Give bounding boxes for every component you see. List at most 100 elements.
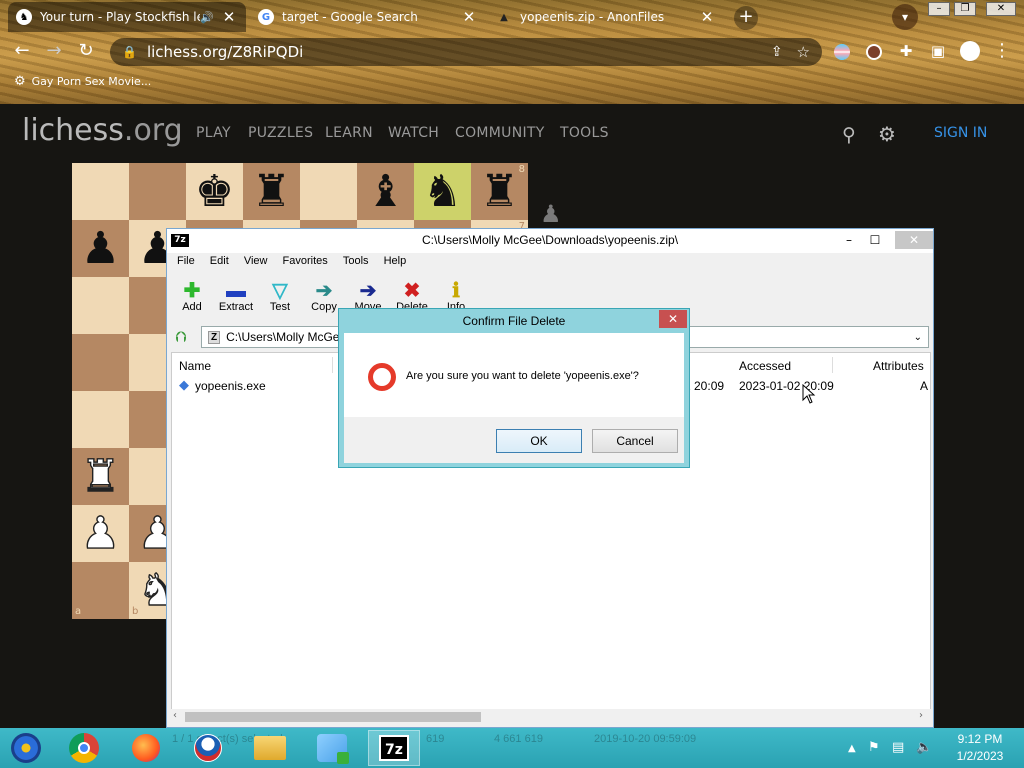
- square[interactable]: a: [72, 562, 129, 619]
- scroll-right-icon[interactable]: ›: [919, 710, 923, 721]
- extract-icon: ▬: [226, 280, 246, 302]
- menu-favorites[interactable]: Favorites: [283, 255, 328, 267]
- sevenzip-maximize-button[interactable]: ☐: [861, 231, 889, 249]
- black-king-piece[interactable]: ♚: [186, 163, 243, 220]
- clock-time: 9:12 PM: [957, 732, 1003, 746]
- taskbar-7zip[interactable]: 7z: [368, 730, 420, 766]
- chrome-center-icon: [78, 742, 90, 754]
- volume-icon[interactable]: 🔈: [916, 740, 932, 755]
- tab-stockfish[interactable]: ♞ Your turn - Play Stockfish lev 🔊 ✕: [8, 2, 246, 32]
- tab-search-button[interactable]: ▾: [892, 4, 918, 30]
- taskbar-firefox[interactable]: [120, 730, 172, 766]
- close-tab-icon[interactable]: ✕: [698, 8, 716, 26]
- sevenzip-titlebar[interactable]: 7z C:\Users\Molly McGee\Downloads\yopeen…: [167, 229, 933, 253]
- nav-puzzles[interactable]: PUZZLES: [248, 125, 313, 141]
- close-tab-icon[interactable]: ✕: [460, 8, 478, 26]
- address-bar[interactable]: 🔒 lichess.org/Z8RiPQDi ⇪ ☆: [110, 38, 822, 66]
- white-rook-piece[interactable]: ♜: [72, 448, 129, 505]
- side-panel-icon[interactable]: ▣: [926, 42, 950, 60]
- square[interactable]: [300, 163, 357, 220]
- square[interactable]: [72, 277, 129, 334]
- menu-file[interactable]: File: [177, 255, 195, 267]
- lichess-logo[interactable]: lichess.org: [22, 113, 183, 148]
- speaker-icon[interactable]: 🔊: [200, 11, 214, 24]
- square[interactable]: [72, 334, 129, 391]
- new-tab-button[interactable]: +: [734, 6, 758, 30]
- menu-edit[interactable]: Edit: [210, 255, 229, 267]
- network-icon[interactable]: ▤: [892, 740, 904, 755]
- test-button[interactable]: ▽ Test: [258, 281, 302, 313]
- menu-tools[interactable]: Tools: [343, 255, 369, 267]
- column-header-name[interactable]: Name: [179, 359, 211, 373]
- taskbar-file-explorer[interactable]: [244, 730, 296, 766]
- sevenzip-close-button[interactable]: ✕: [895, 231, 933, 249]
- black-pawn-piece[interactable]: ♟: [72, 220, 129, 277]
- info-icon: ℹ: [452, 280, 460, 302]
- menu-help[interactable]: Help: [384, 255, 407, 267]
- horizontal-scrollbar[interactable]: ‹ ›: [171, 709, 931, 725]
- trans-flag-extension-icon[interactable]: [834, 44, 850, 60]
- maximize-button[interactable]: ❐: [954, 2, 976, 16]
- nav-community[interactable]: COMMUNITY: [455, 125, 545, 141]
- search-icon[interactable]: ⚲: [842, 124, 856, 146]
- confirm-delete-dialog[interactable]: Confirm File Delete ✕ Are you sure you w…: [338, 308, 690, 468]
- taskbar-chrome[interactable]: [58, 730, 110, 766]
- share-icon[interactable]: ⇪: [771, 44, 783, 60]
- cancel-button[interactable]: Cancel: [592, 429, 678, 453]
- sign-in-link[interactable]: SIGN IN: [934, 125, 987, 141]
- column-header-attributes[interactable]: Attributes: [873, 359, 924, 373]
- black-knight-piece[interactable]: ♞: [414, 163, 471, 220]
- column-divider[interactable]: [832, 357, 833, 373]
- minimize-button[interactable]: –: [928, 2, 950, 16]
- column-header-accessed[interactable]: Accessed: [739, 359, 791, 373]
- extensions-puzzle-icon[interactable]: ✚: [894, 42, 918, 60]
- add-button[interactable]: ✚ Add: [170, 281, 214, 313]
- tab-google-search[interactable]: G target - Google Search ✕: [250, 2, 486, 32]
- reload-icon[interactable]: ↻: [74, 40, 98, 61]
- square[interactable]: [72, 163, 129, 220]
- scrollbar-thumb[interactable]: [185, 712, 481, 722]
- obama-logo-icon: [194, 734, 222, 762]
- profile-extension-icon[interactable]: [866, 44, 882, 60]
- taskbar-obama-app[interactable]: [182, 730, 234, 766]
- nav-tools[interactable]: TOOLS: [560, 125, 609, 141]
- menu-view[interactable]: View: [244, 255, 268, 267]
- taskbar-media-player[interactable]: [0, 730, 52, 766]
- window-close-button[interactable]: ✕: [986, 2, 1016, 16]
- white-pawn-piece[interactable]: ♟: [72, 505, 129, 562]
- nav-watch[interactable]: WATCH: [388, 125, 439, 141]
- black-rook-piece[interactable]: ♜ 8: [471, 163, 528, 220]
- nav-play[interactable]: PLAY: [196, 125, 231, 141]
- tab-anonfiles[interactable]: ▲ yopeenis.zip - AnonFiles ✕: [488, 2, 724, 32]
- square[interactable]: [72, 391, 129, 448]
- folder-up-icon[interactable]: ⮉: [175, 328, 186, 346]
- extract-button[interactable]: ▬ Extract: [214, 281, 258, 313]
- action-center-flag-icon[interactable]: ⚑: [868, 740, 880, 755]
- scroll-left-icon[interactable]: ‹: [173, 710, 177, 721]
- menu-kebab-icon[interactable]: ⋮: [990, 40, 1014, 61]
- tool-label: Test: [269, 301, 291, 313]
- system-clock[interactable]: 9:12 PM 1/2/2023: [940, 731, 1020, 765]
- account-avatar-icon[interactable]: [960, 41, 980, 61]
- ok-button[interactable]: OK: [496, 429, 582, 453]
- media-player-icon: [11, 733, 41, 763]
- chevron-down-icon[interactable]: ⌄: [914, 332, 922, 343]
- bookmark-item[interactable]: ⚙ Gay Porn Sex Movie...: [14, 74, 151, 89]
- sevenzip-window[interactable]: 7z C:\Users\Molly McGee\Downloads\yopeen…: [166, 228, 934, 728]
- back-icon[interactable]: ←: [10, 40, 34, 61]
- bookmark-star-icon[interactable]: ☆: [797, 43, 810, 61]
- black-rook-piece[interactable]: ♜: [243, 163, 300, 220]
- nav-learn[interactable]: LEARN: [325, 125, 373, 141]
- show-hidden-icons-icon[interactable]: ▲: [848, 743, 856, 754]
- logo-tld: .org: [123, 113, 183, 148]
- statusbar-date-text: 2019-10-20 09:59:09: [594, 733, 697, 745]
- close-tab-icon[interactable]: ✕: [220, 8, 238, 26]
- black-bishop-piece[interactable]: ♝: [357, 163, 414, 220]
- square[interactable]: [129, 163, 186, 220]
- forward-icon[interactable]: →: [42, 40, 66, 61]
- gear-icon[interactable]: ⚙: [878, 122, 896, 146]
- dialog-close-button[interactable]: ✕: [659, 310, 687, 328]
- taskbar-network-app[interactable]: [306, 730, 358, 766]
- sevenzip-minimize-button[interactable]: –: [835, 231, 863, 249]
- column-divider[interactable]: [332, 357, 333, 373]
